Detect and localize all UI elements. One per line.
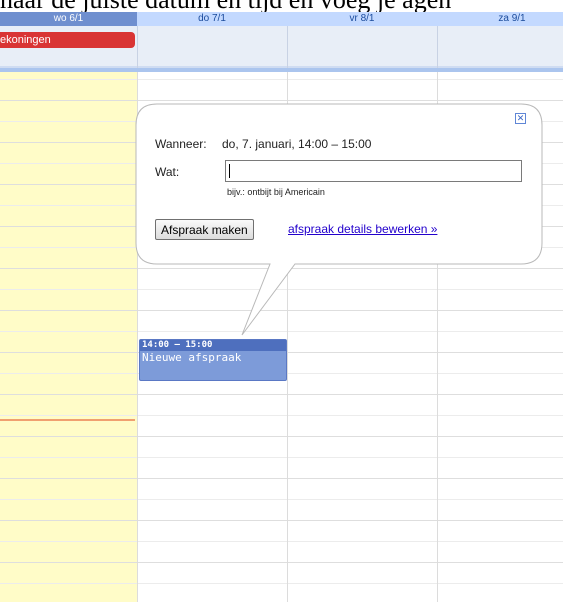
when-label: Wanneer: (155, 137, 207, 151)
text-caret (229, 164, 230, 178)
close-icon[interactable]: ✕ (515, 113, 526, 124)
quick-add-bubble (135, 103, 543, 336)
when-value: do, 7. januari, 14:00 – 15:00 (222, 137, 372, 151)
what-hint: bijv.: ontbijt bij Americain (227, 187, 325, 197)
quick-add-popup: ✕ Wanneer: do, 7. januari, 14:00 – 15:00… (136, 104, 542, 264)
create-event-button[interactable]: Afspraak maken (155, 219, 254, 240)
what-input[interactable] (225, 160, 522, 182)
edit-event-details-link[interactable]: afspraak details bewerken » (288, 222, 437, 236)
what-label: Wat: (155, 165, 180, 179)
